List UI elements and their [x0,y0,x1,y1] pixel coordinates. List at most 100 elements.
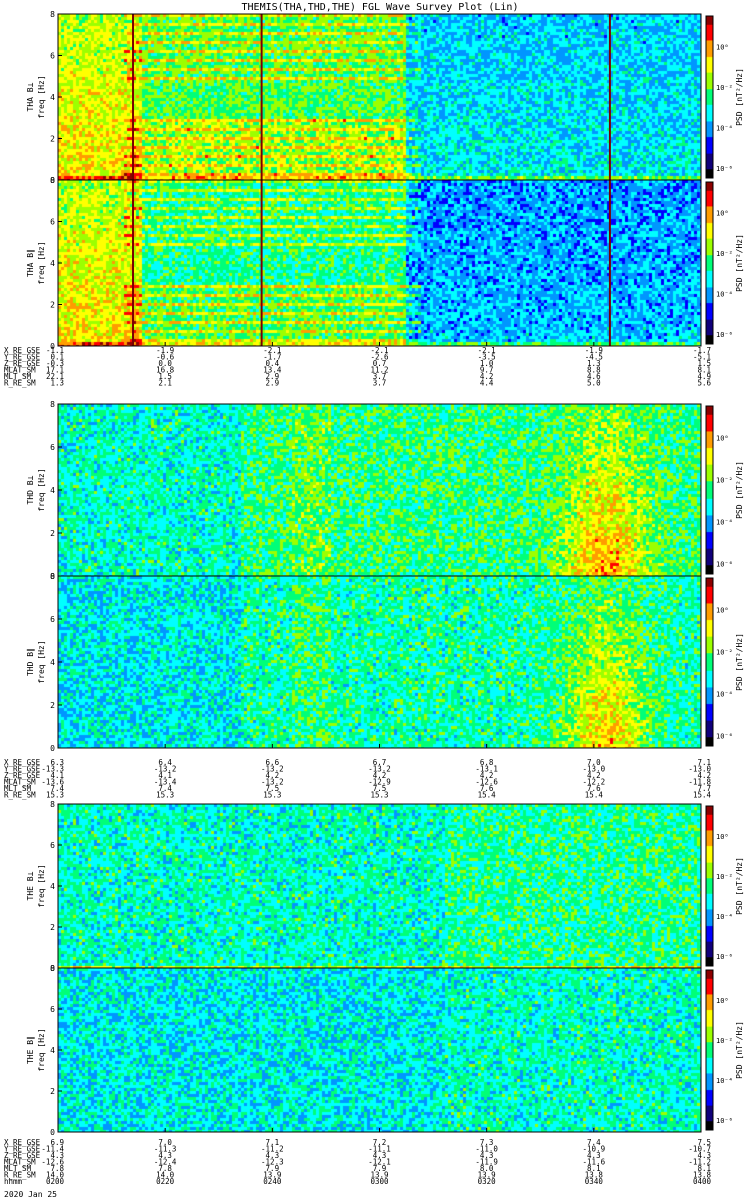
y-tick-label: 4 [50,658,55,667]
orbit-row-label: R_RE_SM [4,379,36,388]
colorbar-tick-label: 10⁻² [716,649,733,657]
colorbar-label: PSD [nT²/Hz] [735,857,744,915]
y-tick-label: 2 [50,301,55,310]
colorbar-label: PSD [nT²/Hz] [735,461,744,519]
colorbar-tick-label: 10⁻⁴ [716,1077,733,1085]
y-tick-label: 6 [50,615,55,624]
y-tick-label: 6 [50,443,55,452]
colorbar-tick-label: 10⁻² [716,1037,733,1045]
probe-the-group: 02468THE B⊥ freq [Hz]10⁰10⁻²10⁻⁴10⁻⁶PSD [… [4,800,744,1186]
spectrogram-the-bpar [58,968,701,1132]
colorbar-label: PSD [nT²/Hz] [735,68,744,126]
colorbar-tick-label: 10⁻⁶ [716,561,733,569]
y-tick-label: 4 [50,1046,55,1055]
orbit-value: 5.0 [587,379,601,388]
colorbar [706,806,713,966]
orbit-value: 15.3 [370,791,388,800]
orbit-value: 4.4 [480,379,494,388]
panel-ylabel: THE B⊥ [26,871,35,900]
y-tick-label: 8 [50,964,55,973]
colorbar-label: PSD [nT²/Hz] [735,1021,744,1079]
colorbar-tick-label: 10⁰ [716,209,729,217]
y-tick-label: 6 [50,1005,55,1014]
colorbar [706,970,713,1130]
y-tick-label: 8 [50,572,55,581]
panel-yunit: freq [Hz] [37,468,46,511]
colorbar-tick-label: 10⁻⁶ [716,331,733,339]
colorbar [706,406,713,574]
panel-yunit: freq [Hz] [37,1028,46,1071]
spectrogram-tha-bpar [58,180,701,346]
orbit-value: 0400 [693,1177,712,1186]
panel-yunit: freq [Hz] [37,640,46,683]
colorbar-label: PSD [nT²/Hz] [735,633,744,691]
y-tick-label: 2 [50,529,55,538]
orbit-value: 0340 [585,1177,604,1186]
orbit-value: 0240 [263,1177,282,1186]
y-tick-label: 4 [50,486,55,495]
colorbar-label: PSD [nT²/Hz] [735,234,744,292]
colorbar-tick-label: 10⁻⁶ [716,953,733,961]
colorbar-tick-label: 10⁻² [716,84,733,92]
orbit-value: 15.4 [478,791,497,800]
y-tick-label: 2 [50,1087,55,1096]
y-tick-label: 4 [50,259,55,268]
orbit-value: 15.4 [585,791,604,800]
colorbar-tick-label: 10⁰ [716,607,729,615]
colorbar-tick-label: 10⁰ [716,43,729,51]
panel-yunit: freq [Hz] [37,75,46,118]
panel-ylabel: THD B⊥ [26,475,35,504]
orbit-value: 0200 [46,1177,65,1186]
orbit-value: 0300 [370,1177,389,1186]
orbit-value: 15.3 [46,791,64,800]
y-tick-label: 2 [50,701,55,710]
colorbar-tick-label: 10⁻⁶ [716,733,733,741]
colorbar-tick-label: 10⁻² [716,873,733,881]
panel-yunit: freq [Hz] [37,864,46,907]
colorbar-tick-label: 10⁻⁴ [716,913,733,921]
colorbar-tick-label: 10⁻⁶ [716,1117,733,1125]
spectrogram-plots: 02468THA B⊥ freq [Hz]10⁰10⁻²10⁻⁴10⁻⁶PSD [… [4,10,744,1186]
colorbar-tick-label: 10⁻⁴ [716,290,733,298]
colorbar [706,578,713,746]
y-tick-label: 0 [50,744,55,753]
orbit-row-label: hhmm [4,1177,23,1186]
panel-ylabel: THD B∥ [26,648,35,676]
y-tick-label: 6 [50,52,55,61]
panel-yunit: freq [Hz] [37,241,46,284]
probe-tha-group: 02468THA B⊥ freq [Hz]10⁰10⁻²10⁻⁴10⁻⁶PSD [… [4,10,744,388]
orbit-value: 0220 [156,1177,175,1186]
colorbar-tick-label: 10⁰ [716,435,729,443]
orbit-row-label: R_RE_SM [4,791,36,800]
orbit-value: 3.7 [373,379,387,388]
y-tick-label: 8 [50,400,55,409]
y-tick-label: 4 [50,93,55,102]
orbit-value: 15.4 [693,791,712,800]
panel-ylabel: THA B∥ [26,249,35,277]
y-tick-label: 4 [50,882,55,891]
panel-ylabel: THA B⊥ [26,82,35,111]
y-tick-label: 2 [50,135,55,144]
orbit-value: 2.9 [266,379,280,388]
y-tick-label: 8 [50,176,55,185]
panel-ylabel: THE B∥ [26,1036,35,1064]
colorbar [706,182,713,344]
colorbar-tick-label: 10⁻² [716,250,733,258]
y-tick-label: 8 [50,10,55,19]
probe-thd-group: 02468THD B⊥ freq [Hz]10⁰10⁻²10⁻⁴10⁻⁶PSD [… [4,400,744,800]
spectrogram-the-bperp [58,804,701,968]
date-label: 2020 Jan 25 [4,1190,57,1199]
orbit-value: 0320 [478,1177,497,1186]
spectrogram-thd-bperp [58,404,701,576]
figure-title: THEMIS(THA,THD,THE) FGL Wave Survey Plot… [242,2,519,13]
y-tick-label: 8 [50,800,55,809]
colorbar-tick-label: 10⁰ [716,997,729,1005]
orbit-value: 15.3 [156,791,174,800]
colorbar-tick-label: 10⁻⁴ [716,519,733,527]
orbit-value: 15.3 [263,791,281,800]
colorbar-tick-label: 10⁻⁴ [716,691,733,699]
y-tick-label: 2 [50,923,55,932]
colorbar-tick-label: 10⁻⁶ [716,165,733,173]
y-tick-label: 6 [50,841,55,850]
colorbar [706,16,713,178]
